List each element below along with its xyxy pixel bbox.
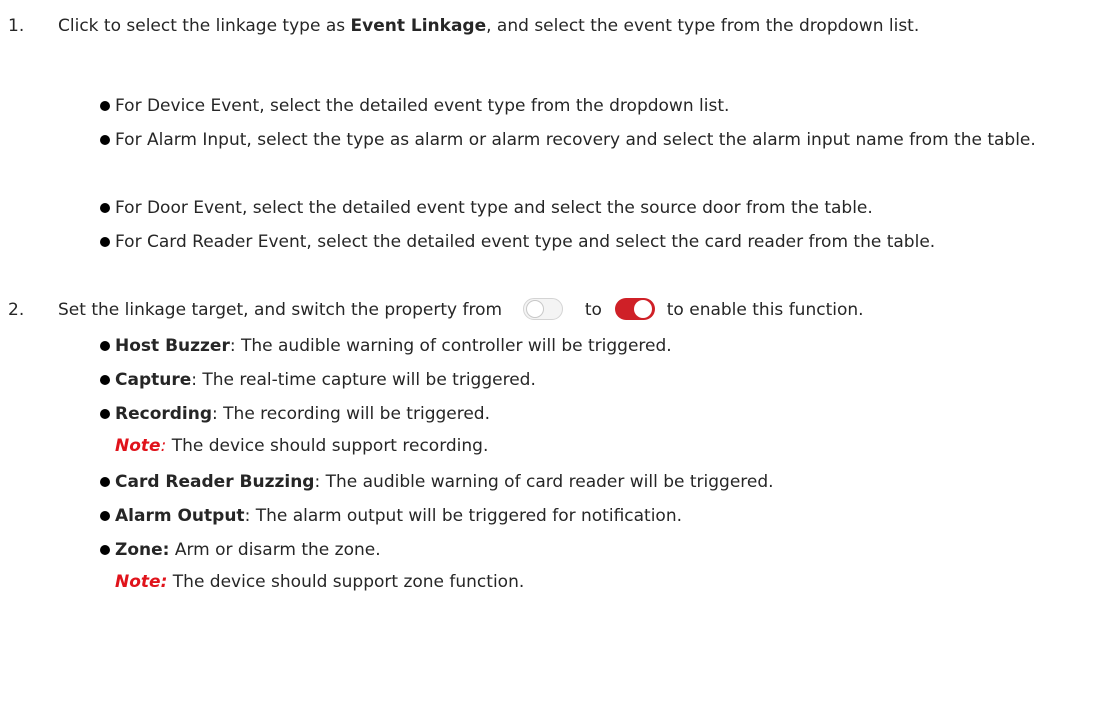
bullet-dot — [100, 192, 114, 224]
bullet-dot — [100, 466, 114, 498]
note-recording: Note: The device should support recordin… — [115, 436, 489, 456]
toggle-off-icon — [523, 297, 564, 320]
step-text: Set the linkage target, and switch the p… — [58, 294, 1090, 326]
bullet-dot — [100, 364, 114, 396]
note-zone: Note: The device should support zone fun… — [115, 572, 525, 592]
step-number: 1. — [8, 16, 25, 36]
bold-term: Event Linkage — [350, 16, 487, 36]
document-page: 1. Click to select the linkage type as E… — [0, 0, 1108, 702]
step-text: Click to select the linkage type as Even… — [58, 16, 920, 36]
bullet-dot — [100, 124, 114, 156]
step-number: 2. — [8, 300, 25, 320]
toggle-on-icon — [615, 297, 656, 320]
bullet-dot — [100, 500, 114, 532]
bullet-dot — [100, 226, 114, 258]
bullet-dot — [100, 330, 114, 362]
bullet-dot — [100, 534, 114, 566]
bullet-dot — [100, 398, 114, 430]
bullet-dot — [100, 90, 114, 122]
